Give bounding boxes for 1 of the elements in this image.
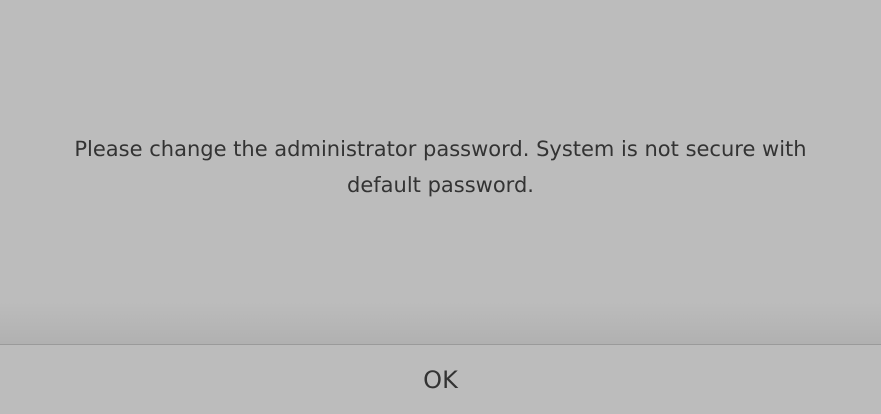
- dialog-message: Please change the administrator password. System is not secure with default password.: [73, 136, 808, 199]
